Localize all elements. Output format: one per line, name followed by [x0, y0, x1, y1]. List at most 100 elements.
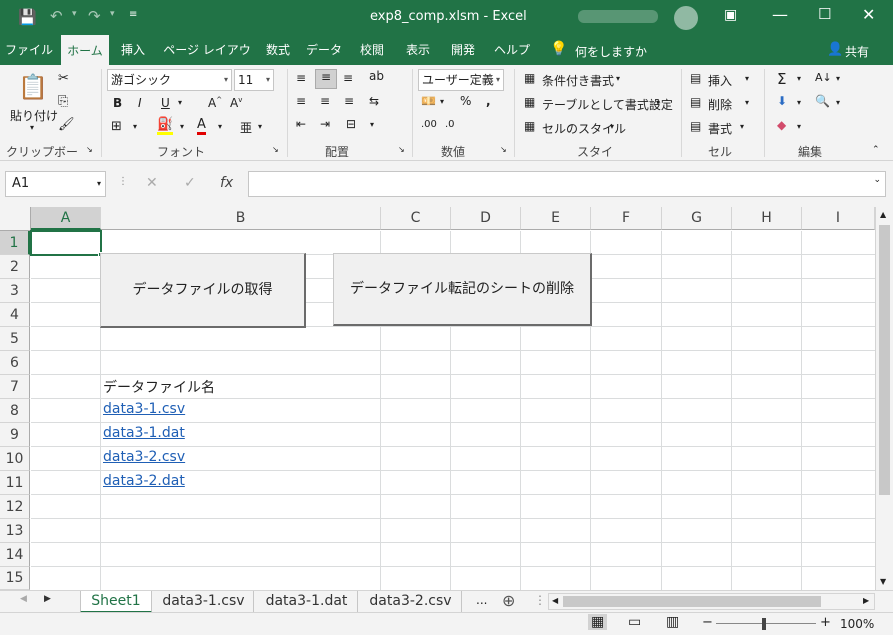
cell-styles-icon[interactable]: ▦: [524, 119, 535, 133]
font-name-combo[interactable]: 游ゴシック ▾: [107, 69, 232, 91]
clipboard-launcher-icon[interactable]: ↘: [86, 145, 93, 154]
sort-filter-dropdown-icon[interactable]: ▾: [836, 74, 840, 83]
column-header-h[interactable]: H: [732, 207, 802, 230]
row-header-14[interactable]: 14: [0, 543, 30, 567]
comma-icon[interactable]: ,: [486, 94, 491, 108]
row-header-5[interactable]: 5: [0, 327, 30, 351]
row-header-15[interactable]: 15: [0, 567, 30, 590]
fill-color-icon[interactable]: ⛽: [157, 117, 174, 135]
format-cells-button[interactable]: 書式: [708, 120, 732, 137]
font-shrink-icon[interactable]: Av: [230, 96, 242, 110]
vertical-scroll-thumb[interactable]: [879, 225, 890, 495]
phonetic-dropdown-icon[interactable]: ▾: [258, 122, 262, 131]
vertical-scrollbar[interactable]: ▲ ▼: [875, 207, 893, 590]
number-launcher-icon[interactable]: ↘: [500, 145, 507, 154]
merge-center-icon[interactable]: ⊟: [346, 117, 356, 131]
align-top-icon[interactable]: ≡: [296, 71, 306, 85]
align-right-icon[interactable]: ≡: [344, 94, 354, 108]
italic-icon[interactable]: I: [138, 96, 142, 110]
insert-dropdown-icon[interactable]: ▾: [745, 74, 749, 83]
delete-cells-button[interactable]: 削除: [708, 96, 732, 113]
column-header-d[interactable]: D: [451, 207, 521, 230]
collapse-ribbon-icon[interactable]: ⌃: [872, 145, 880, 155]
underline-dropdown-icon[interactable]: ▾: [178, 98, 182, 107]
zoom-in-icon[interactable]: +: [820, 615, 831, 630]
tab-formulas[interactable]: 数式: [260, 35, 296, 65]
increase-indent-icon[interactable]: ⇥: [320, 117, 330, 131]
delete-dropdown-icon[interactable]: ▾: [745, 98, 749, 107]
worksheet-grid[interactable]: A B C D E F G H I 1 2 3 4 5 6 7 8 9 10 1…: [0, 207, 875, 590]
decrease-decimal-icon[interactable]: .0: [445, 119, 455, 130]
active-cell-a1[interactable]: [30, 230, 102, 256]
row-header-10[interactable]: 10: [0, 447, 30, 471]
scroll-down-icon[interactable]: ▼: [880, 577, 886, 586]
fill-dropdown-icon[interactable]: ▾: [797, 98, 801, 107]
page-break-view-icon[interactable]: ▥: [666, 614, 679, 630]
cut-icon[interactable]: ✂: [58, 71, 69, 86]
file-link-3[interactable]: data3-2.csv: [103, 449, 185, 465]
currency-dropdown-icon[interactable]: ▾: [440, 97, 444, 106]
prev-sheet-icon[interactable]: ◀: [20, 594, 27, 604]
zoom-out-icon[interactable]: −: [702, 615, 713, 630]
cancel-entry-icon[interactable]: ✕: [146, 175, 158, 191]
font-launcher-icon[interactable]: ↘: [272, 145, 279, 154]
decrease-indent-icon[interactable]: ⇤: [296, 117, 306, 131]
tab-developer[interactable]: 開発: [443, 35, 483, 65]
customize-qat-icon[interactable]: ≡: [129, 9, 137, 20]
align-bottom-icon[interactable]: ≡: [343, 71, 353, 85]
tab-review[interactable]: 校閲: [352, 35, 392, 65]
row-header-7[interactable]: 7: [0, 375, 30, 399]
lightbulb-icon[interactable]: 💡: [550, 41, 567, 57]
format-painter-icon[interactable]: 🖌: [58, 117, 75, 132]
borders-icon[interactable]: ⊞: [111, 119, 122, 134]
cell-styles-dropdown-icon[interactable]: ▾: [610, 122, 614, 131]
confirm-entry-icon[interactable]: ✓: [184, 175, 196, 191]
font-color-dropdown-icon[interactable]: ▾: [218, 122, 222, 131]
delete-transcribed-sheets-button[interactable]: データファイル転記のシートの削除: [333, 253, 592, 326]
scroll-left-icon[interactable]: ◀: [552, 596, 558, 605]
sheet-tab-sheet1[interactable]: Sheet1: [80, 591, 152, 613]
clear-icon[interactable]: ◆: [777, 118, 786, 132]
column-header-c[interactable]: C: [381, 207, 451, 230]
file-link-2[interactable]: data3-1.dat: [103, 425, 185, 441]
autosum-dropdown-icon[interactable]: ▾: [797, 74, 801, 83]
row-header-12[interactable]: 12: [0, 495, 30, 519]
alignment-launcher-icon[interactable]: ↘: [398, 145, 405, 154]
scroll-right-icon[interactable]: ▶: [863, 596, 869, 605]
autosum-icon[interactable]: Σ: [777, 70, 786, 88]
fill-icon[interactable]: ⬇: [777, 94, 787, 108]
avatar[interactable]: [674, 6, 698, 30]
minimize-icon[interactable]: —: [772, 5, 788, 24]
undo-dropdown-icon[interactable]: ▾: [72, 9, 77, 19]
tab-page-layout[interactable]: ページ レイアウト: [159, 35, 255, 87]
conditional-format-button[interactable]: 条件付き書式: [542, 72, 614, 89]
redo-dropdown-icon[interactable]: ▾: [110, 9, 115, 19]
format-table-dropdown-icon[interactable]: ▾: [656, 98, 660, 107]
find-dropdown-icon[interactable]: ▾: [836, 98, 840, 107]
more-sheets-button[interactable]: ...: [476, 593, 487, 607]
font-color-icon[interactable]: A: [197, 117, 206, 135]
conditional-format-icon[interactable]: ▦: [524, 71, 535, 85]
currency-icon[interactable]: 💴: [421, 94, 436, 108]
tab-view[interactable]: 表示: [400, 35, 436, 65]
insert-cells-icon[interactable]: ▤: [690, 71, 701, 85]
phonetic-icon[interactable]: 亜: [240, 119, 252, 136]
column-header-b[interactable]: B: [101, 207, 381, 230]
next-sheet-icon[interactable]: ▶: [44, 594, 51, 604]
row-header-1[interactable]: 1: [0, 231, 30, 255]
column-header-i[interactable]: I: [802, 207, 875, 230]
row-header-8[interactable]: 8: [0, 399, 30, 423]
bold-icon[interactable]: B: [113, 96, 122, 110]
tab-insert[interactable]: 挿入: [113, 35, 153, 65]
align-center-icon[interactable]: ≡: [320, 94, 330, 108]
tab-home[interactable]: ホーム: [61, 35, 109, 65]
borders-dropdown-icon[interactable]: ▾: [133, 122, 137, 131]
insert-cells-button[interactable]: 挿入: [708, 72, 732, 89]
more-options-icon[interactable]: ⋮: [118, 176, 128, 187]
tab-help[interactable]: ヘルプ: [490, 35, 534, 65]
underline-icon[interactable]: U: [161, 96, 170, 110]
font-grow-icon[interactable]: A^: [208, 96, 222, 110]
name-box[interactable]: A1 ▾: [5, 171, 106, 197]
zoom-level[interactable]: 100%: [840, 617, 874, 631]
redo-icon[interactable]: ↷: [88, 7, 101, 25]
